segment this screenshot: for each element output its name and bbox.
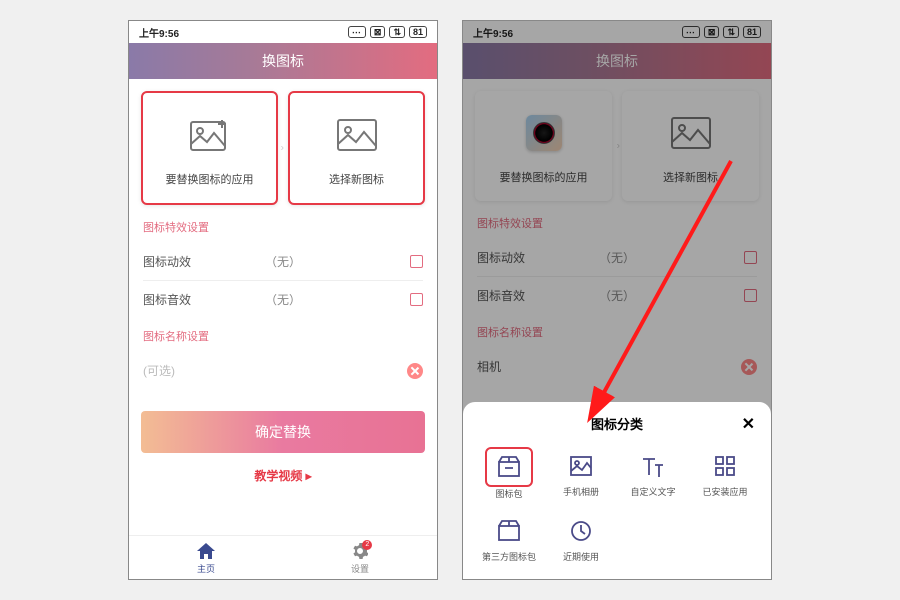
gear-icon: 2 bbox=[283, 542, 437, 560]
status-icons: ⋯ ⊠ ⇅ 81 bbox=[348, 26, 427, 38]
image-plus-icon bbox=[151, 113, 268, 157]
card-label: 选择新图标 bbox=[298, 171, 415, 187]
cat-recent[interactable]: 近期使用 bbox=[545, 508, 617, 571]
phone-screen-right: 上午9:56 ⋯ ⊠ ⇅ 81 换图标 要替换图标的应用 › 选择新图标 bbox=[462, 20, 772, 580]
sheet-title: 图标分类 ✕ bbox=[473, 414, 761, 433]
tutorial-link[interactable]: 教学视频 ▸ bbox=[141, 467, 425, 484]
clear-icon[interactable] bbox=[407, 363, 423, 379]
value: （无） bbox=[265, 253, 301, 270]
category-grid: 图标包 手机相册 自定义文字 已安装应用 bbox=[473, 443, 761, 571]
row-sound[interactable]: 图标音效 （无） bbox=[141, 281, 425, 318]
placeholder: (可选) bbox=[143, 362, 175, 379]
card-label: 要替换图标的应用 bbox=[151, 171, 268, 187]
clock-icon bbox=[547, 516, 615, 546]
cat-text[interactable]: 自定义文字 bbox=[617, 443, 689, 508]
cat-installed[interactable]: 已安装应用 bbox=[689, 443, 761, 508]
cat-icon-pack[interactable]: 图标包 bbox=[473, 443, 545, 508]
battery-icon: 81 bbox=[409, 26, 427, 38]
text-icon bbox=[619, 451, 687, 481]
package-icon bbox=[475, 516, 543, 546]
image-icon bbox=[298, 113, 415, 157]
input-icon-name[interactable]: (可选) bbox=[141, 352, 425, 389]
cat-album[interactable]: 手机相册 bbox=[545, 443, 617, 508]
label: 图标动效 bbox=[143, 253, 191, 270]
checkbox[interactable] bbox=[410, 293, 423, 306]
header-title: 换图标 bbox=[262, 53, 304, 69]
section-effect-title: 图标特效设置 bbox=[143, 219, 423, 235]
package-icon bbox=[489, 451, 529, 483]
status-time: 上午9:56 bbox=[139, 25, 179, 40]
signal-icon: ⇅ bbox=[389, 26, 405, 38]
album-icon bbox=[547, 451, 615, 481]
cat-third-party[interactable]: 第三方图标包 bbox=[473, 508, 545, 571]
nav-home[interactable]: 主页 bbox=[129, 536, 283, 579]
app-header: 换图标 bbox=[129, 43, 437, 79]
confirm-button[interactable]: 确定替换 bbox=[141, 411, 425, 453]
chevron-right-icon: › bbox=[281, 143, 284, 154]
status-bar: 上午9:56 ⋯ ⊠ ⇅ 81 bbox=[129, 21, 437, 43]
bottom-sheet: 图标分类 ✕ 图标包 手机相册 自定义文字 bbox=[463, 402, 771, 579]
nav-settings[interactable]: 2 设置 bbox=[283, 536, 437, 579]
checkbox[interactable] bbox=[410, 255, 423, 268]
section-name-title: 图标名称设置 bbox=[143, 328, 423, 344]
card-select-icon[interactable]: 选择新图标 bbox=[288, 91, 425, 205]
bottom-nav: 主页 2 设置 bbox=[129, 535, 437, 579]
main-content: 要替换图标的应用 › 选择新图标 图标特效设置 图标动效 （无） 图标音效 （无… bbox=[129, 79, 437, 484]
badge: 2 bbox=[362, 540, 372, 550]
value: （无） bbox=[265, 291, 301, 308]
close-icon[interactable]: ✕ bbox=[742, 414, 755, 434]
more-icon: ⋯ bbox=[348, 26, 366, 38]
apps-icon bbox=[691, 451, 759, 481]
home-icon bbox=[129, 542, 283, 560]
card-select-app[interactable]: 要替换图标的应用 › bbox=[141, 91, 278, 205]
phone-screen-left: 上午9:56 ⋯ ⊠ ⇅ 81 换图标 要替换图标的应用 › 选择新图标 bbox=[128, 20, 438, 580]
label: 图标音效 bbox=[143, 291, 191, 308]
row-animation[interactable]: 图标动效 （无） bbox=[141, 243, 425, 280]
close-wifi-icon: ⊠ bbox=[370, 26, 386, 38]
